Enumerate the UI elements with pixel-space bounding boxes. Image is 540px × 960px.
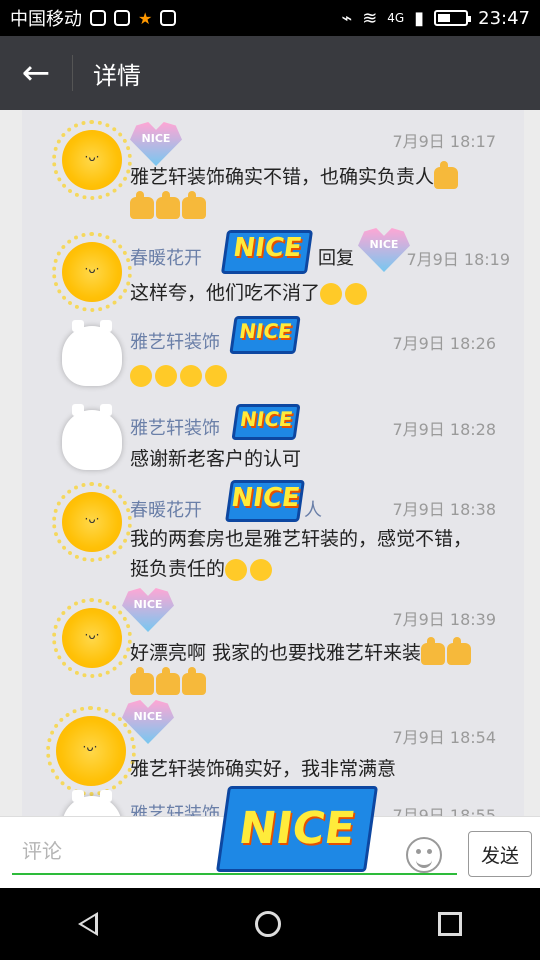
comments-card: ·ᴗ· NICE 7月9日 18:17 雅艺轩装饰确实不错，也确实负责人 ·ᴗ·…	[22, 110, 524, 816]
thumbs-up-icon	[130, 190, 154, 219]
comment-time: 7月9日 18:54	[392, 728, 496, 747]
notification-icon	[90, 10, 106, 26]
signal-icon: ▮	[414, 7, 425, 29]
nice-badge-icon: NICE	[231, 404, 301, 440]
nice-badge-icon: NICE	[220, 230, 314, 274]
emoji-icon[interactable]	[406, 837, 442, 873]
comment-text: 这样夸，他们吃不消了	[130, 278, 510, 308]
comments-area[interactable]: ·ᴗ· NICE 7月9日 18:17 雅艺轩装饰确实不错，也确实负责人 ·ᴗ·…	[0, 110, 540, 816]
thumbs-up-icon	[434, 160, 459, 189]
avatar[interactable]: ·ᴗ·	[46, 706, 136, 796]
comment-text: 雅艺轩装饰确实不错，也确实负责人	[130, 160, 510, 222]
comment-time: 7月9日 18:38	[392, 500, 496, 519]
comment-text: 雅艺轩装饰确实好，我非常满意	[130, 758, 397, 780]
network-label: 4G	[387, 11, 405, 25]
thinking-emoji-icon	[320, 282, 343, 305]
appbar-divider	[72, 55, 73, 91]
avatar[interactable]	[62, 790, 122, 816]
comment-time: 7月9日 18:39	[392, 610, 496, 629]
commenter-name[interactable]: 雅艺轩装饰	[130, 800, 220, 816]
avatar[interactable]	[62, 320, 122, 386]
thumbs-up-icon	[156, 190, 180, 219]
avatar[interactable]: ·ᴗ·	[52, 598, 132, 678]
comment-text: 感谢新老客户的认可	[130, 448, 302, 470]
comment-text: 我的两套房也是雅艺轩装的，感觉不错， 挺负责任的	[130, 528, 473, 581]
hug-emoji-icon	[130, 364, 152, 387]
comment-time: 7月9日 18:55	[392, 806, 496, 816]
avatar[interactable]	[62, 404, 122, 470]
list-item: 雅艺轩装饰 NICE 7月9日 18:28 感谢新老客户的认可	[22, 394, 524, 474]
carrier-label: 中国移动	[10, 9, 82, 30]
heart-badge-icon: NICE	[358, 228, 410, 272]
smile-emoji-icon	[250, 558, 273, 581]
heart-badge-icon: NICE	[130, 122, 182, 166]
list-item: ·ᴗ· NICE 7月9日 18:54 雅艺轩装饰确实好，我非常满意	[22, 700, 524, 796]
shield-icon	[160, 10, 177, 26]
wifi-icon: ≋	[362, 7, 378, 29]
comment-time: 7月9日 18:19	[406, 250, 510, 269]
commenter-name[interactable]: 春暖花开	[130, 496, 202, 522]
hug-emoji-icon	[155, 364, 177, 387]
star-icon: ★	[138, 8, 153, 28]
app-bar: ← 详情	[0, 36, 540, 110]
clock: 23:47	[478, 7, 530, 29]
reply-label: 回复	[318, 248, 354, 269]
nice-sticker-icon: NICE	[215, 786, 379, 872]
send-button[interactable]: 发送	[468, 831, 532, 877]
avatar[interactable]: ·ᴗ·	[52, 232, 132, 312]
hug-emoji-icon	[205, 364, 227, 387]
thinking-emoji-icon	[345, 282, 368, 305]
list-item: 雅艺轩装饰 NICE 7月9日 18:26	[22, 308, 524, 394]
thumbs-up-icon	[182, 190, 206, 219]
comment-text: 好漂亮啊 我家的也要找雅艺轩来装	[130, 636, 510, 698]
comment-time: 7月9日 18:28	[392, 420, 496, 439]
nav-home-icon[interactable]	[254, 911, 281, 937]
smile-emoji-icon	[225, 558, 248, 581]
back-arrow-icon[interactable]: ←	[0, 36, 72, 110]
thumbs-up-icon	[182, 666, 206, 695]
avatar[interactable]: ·ᴗ·	[52, 482, 132, 562]
commenter-name-suffix: 人	[304, 500, 322, 521]
nice-badge-icon: NICE	[225, 480, 305, 522]
thumbs-up-icon	[421, 636, 446, 665]
list-item: ·ᴗ· 春暖花开 NICE 人 7月9日 18:38 我的两套房也是雅艺轩装的，…	[22, 478, 524, 588]
comment-time: 7月9日 18:17	[392, 132, 496, 151]
page-title: 详情	[93, 61, 141, 90]
nav-back-icon[interactable]	[78, 912, 99, 936]
list-item: ·ᴗ· NICE 7月9日 18:17 雅艺轩装饰确实不错，也确实负责人	[22, 118, 524, 219]
list-item: ·ᴗ· NICE 7月9日 18:39 好漂亮啊 我家的也要找雅艺轩来装	[22, 588, 524, 700]
thumbs-up-icon	[447, 636, 472, 665]
commenter-name[interactable]: 雅艺轩装饰	[130, 328, 220, 354]
list-item: ·ᴗ· 春暖花开 NICE 回复 NICE 7月9日 18:19 这样夸，他们吃…	[22, 218, 524, 312]
commenter-name[interactable]: 春暖花开	[130, 244, 202, 270]
status-bar: 中国移动 ★ ⌁ ≋ 4G ▮ 23:47	[0, 0, 540, 36]
commenter-name[interactable]: 雅艺轩装饰	[130, 414, 220, 440]
battery-icon	[434, 10, 472, 26]
nav-recent-apps-icon[interactable]	[437, 912, 462, 936]
vibrate-icon: ⌁	[341, 7, 353, 29]
hug-emoji-icon	[180, 364, 202, 387]
nice-badge-icon: NICE	[229, 316, 301, 354]
thumbs-up-icon	[130, 666, 154, 695]
thumbs-up-icon	[156, 666, 180, 695]
gallery-icon	[114, 10, 130, 26]
comment-text	[130, 360, 510, 390]
avatar[interactable]: ·ᴗ·	[52, 120, 132, 200]
navigation-bar	[0, 888, 540, 960]
comment-time: 7月9日 18:26	[392, 334, 496, 353]
